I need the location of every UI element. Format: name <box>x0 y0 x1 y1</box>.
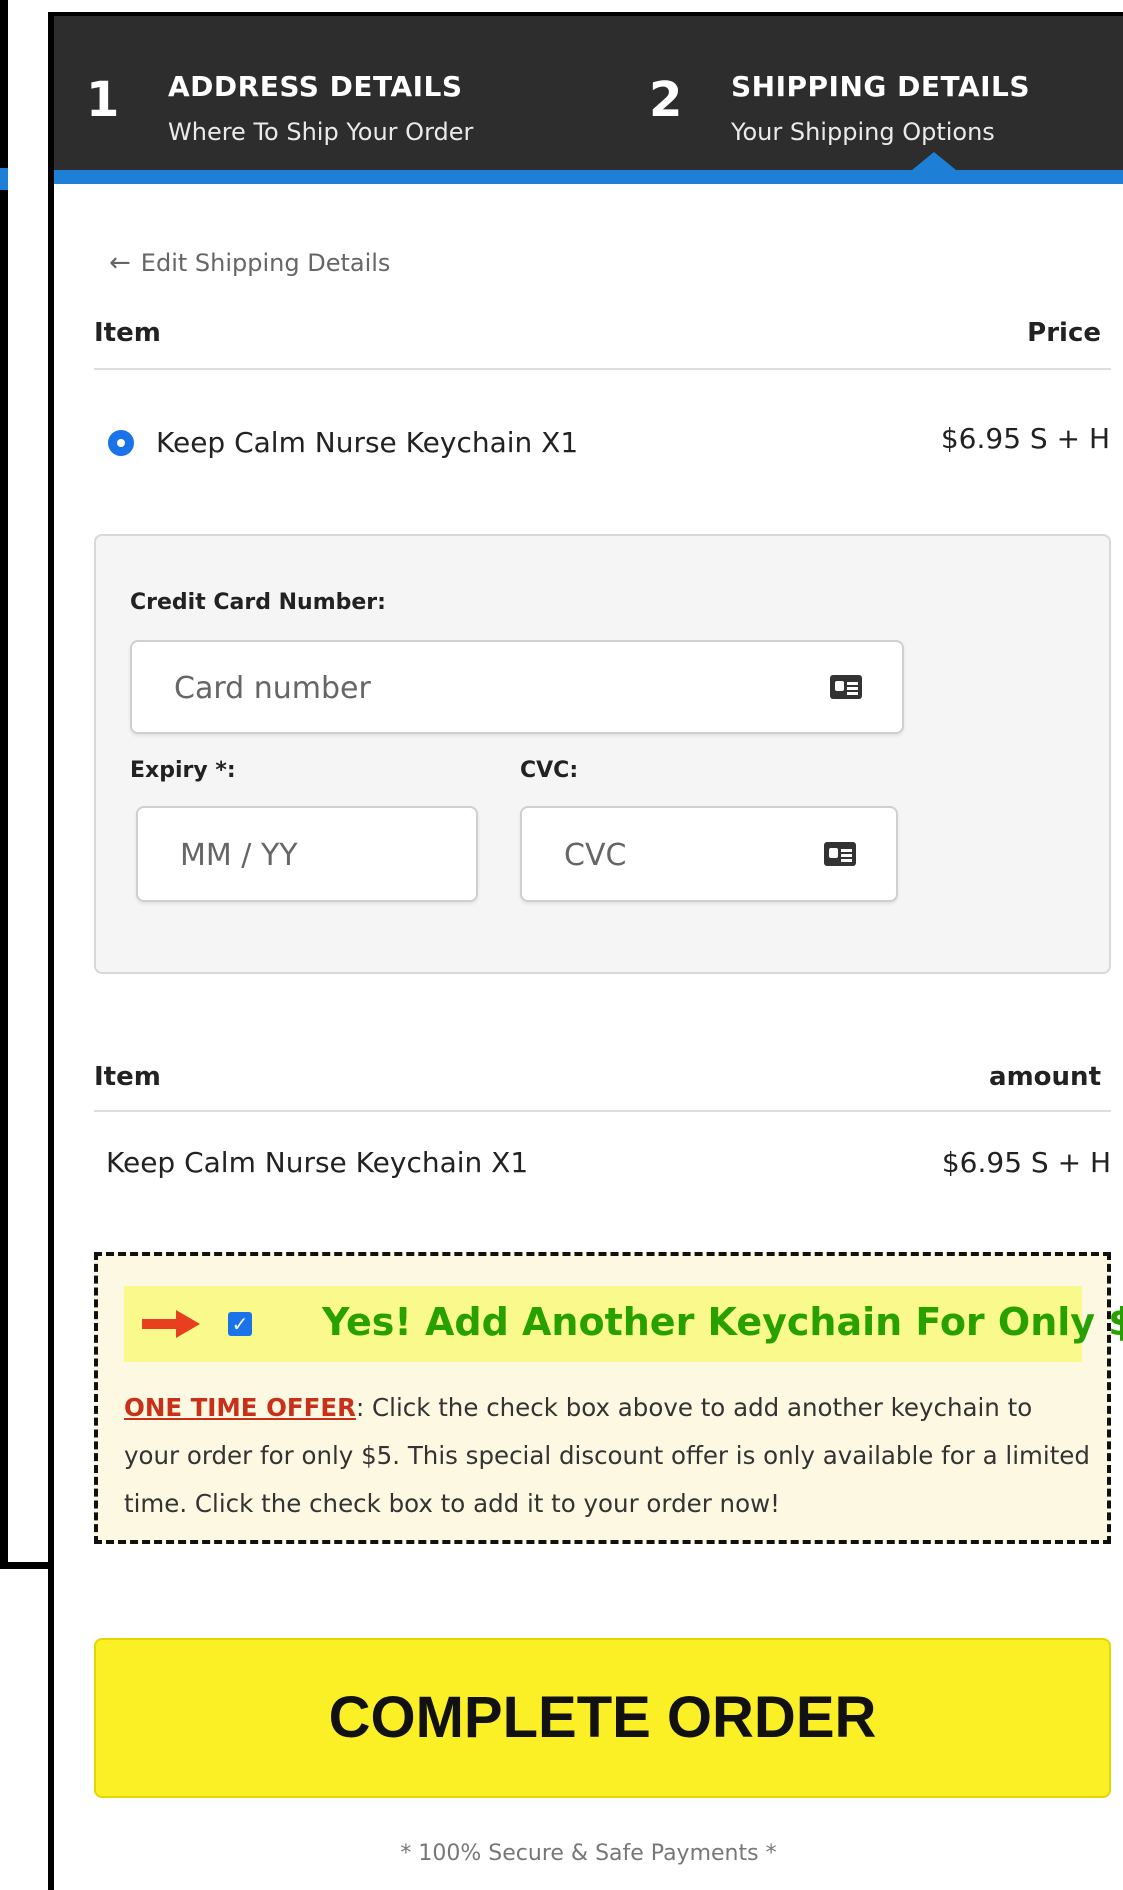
shipping-table-header: Item Price <box>94 318 1111 348</box>
shipping-option-price: $6.95 S + H <box>940 422 1110 455</box>
cvc-field[interactable] <box>520 806 898 902</box>
cvc-card-icon <box>824 842 856 866</box>
arrow-right-icon <box>142 1310 200 1338</box>
upsell-offer-box: ✓ Yes! Add Another Keychain For Only $5 … <box>94 1252 1123 1544</box>
divider <box>94 1110 1111 1112</box>
left-frame-bottom <box>0 1562 52 1569</box>
left-accent <box>0 168 8 190</box>
amount-column-header: amount <box>989 1062 1101 1092</box>
divider <box>94 368 1111 370</box>
complete-order-button[interactable]: COMPLETE ORDER <box>94 1638 1111 1798</box>
secure-payments-note: * 100% Secure & Safe Payments * <box>400 1841 777 1866</box>
step-title: ADDRESS DETAILS <box>168 70 463 103</box>
back-arrow-icon: ← <box>109 248 131 278</box>
step-title: SHIPPING DETAILS <box>731 70 1031 103</box>
payment-form: Credit Card Number: Expiry *: CVC: <box>94 534 1111 974</box>
item-column-header: Item <box>94 318 161 348</box>
step-number: 2 <box>649 72 683 128</box>
summary-item-amount: $6.95 S + H <box>941 1146 1111 1179</box>
credit-card-icon <box>830 675 862 699</box>
add-keychain-checkbox[interactable]: ✓ <box>228 1312 252 1336</box>
item-column-header: Item <box>94 1062 161 1092</box>
offer-highlight: ✓ Yes! Add Another Keychain For Only $5 <box>124 1286 1123 1362</box>
shipping-option-label: Keep Calm Nurse Keychain X1 <box>156 426 579 459</box>
edit-shipping-label: Edit Shipping Details <box>140 249 391 277</box>
step-subtitle: Where To Ship Your Order <box>168 118 474 146</box>
one-time-offer-label: ONE TIME OFFER <box>124 1393 356 1422</box>
expiry-label: Expiry *: <box>130 758 236 783</box>
summary-item-name: Keep Calm Nurse Keychain X1 <box>106 1146 529 1179</box>
left-frame <box>0 0 8 1568</box>
cvc-label: CVC: <box>520 758 579 783</box>
step-number: 1 <box>86 72 120 128</box>
active-step-indicator <box>912 152 956 170</box>
card-number-field[interactable] <box>130 640 904 734</box>
card-number-input[interactable] <box>172 642 715 734</box>
shipping-option-radio[interactable] <box>108 430 134 456</box>
offer-headline: Yes! Add Another Keychain For Only $5 <box>322 1300 1123 1344</box>
step-subtitle: Your Shipping Options <box>731 118 995 146</box>
price-column-header: Price <box>1027 318 1101 348</box>
checkout-panel: 1 ADDRESS DETAILS Where To Ship Your Ord… <box>48 12 1123 1890</box>
edit-shipping-link[interactable]: ← Edit Shipping Details <box>109 248 390 278</box>
card-number-label: Credit Card Number: <box>130 590 386 615</box>
checkout-steps-header: 1 ADDRESS DETAILS Where To Ship Your Ord… <box>54 16 1123 184</box>
expiry-input[interactable] <box>178 808 419 902</box>
expiry-field[interactable] <box>136 806 478 902</box>
offer-description: ONE TIME OFFER: Click the check box abov… <box>124 1384 1094 1528</box>
cvc-input[interactable] <box>562 808 828 902</box>
summary-table-header: Item amount <box>94 1062 1111 1092</box>
header-accent-bar <box>54 170 1123 184</box>
